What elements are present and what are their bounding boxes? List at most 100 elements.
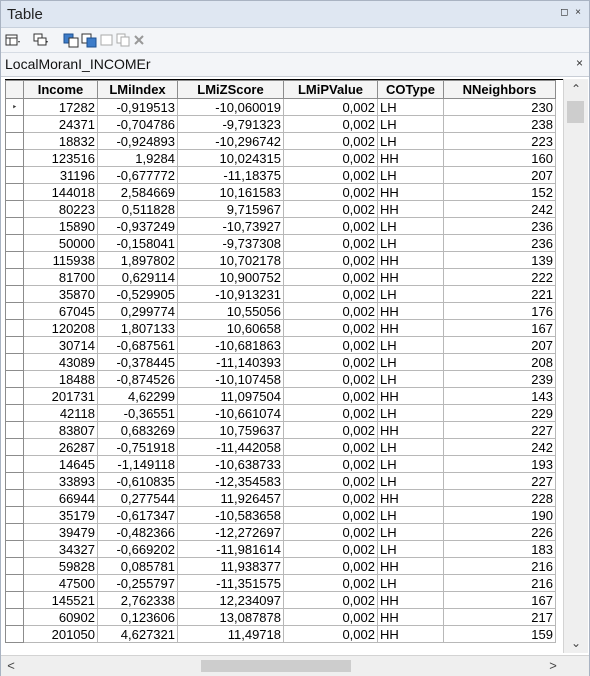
table-row[interactable]: 50000 -0,158041 -9,737308 0,002 LH 236 [5, 234, 556, 252]
income-cell[interactable]: 81700 [23, 268, 98, 286]
table-row[interactable]: 15890 -0,937249 -10,73927 0,002 LH 236 [5, 217, 556, 235]
column-header-lmizscore[interactable]: LMiZScore [177, 80, 284, 99]
horizontal-scroll-thumb[interactable] [201, 660, 351, 672]
table-row[interactable]: 66944 0,277544 11,926457 0,002 HH 228 [5, 489, 556, 507]
lmipvalue-cell[interactable]: 0,002 [283, 353, 378, 371]
income-cell[interactable]: 14645 [23, 455, 98, 473]
nneighbors-cell[interactable]: 223 [443, 132, 556, 150]
nneighbors-cell[interactable]: 208 [443, 353, 556, 371]
lmipvalue-cell[interactable]: 0,002 [283, 115, 378, 133]
lmipvalue-cell[interactable]: 0,002 [283, 166, 378, 184]
row-selector[interactable] [5, 455, 24, 473]
lmiindex-cell[interactable]: 0,085781 [97, 557, 178, 575]
lmizscore-cell[interactable]: -11,140393 [177, 353, 284, 371]
lmiindex-cell[interactable]: 0,683269 [97, 421, 178, 439]
lmiindex-cell[interactable]: -0,924893 [97, 132, 178, 150]
row-selector[interactable] [5, 166, 24, 184]
nneighbors-cell[interactable]: 217 [443, 608, 556, 626]
income-cell[interactable]: 201050 [23, 625, 98, 643]
column-header-cotype[interactable]: COType [377, 80, 444, 99]
lmiindex-cell[interactable]: -0,704786 [97, 115, 178, 133]
lmiindex-cell[interactable]: -0,378445 [97, 353, 178, 371]
table-row[interactable]: 26287 -0,751918 -11,442058 0,002 LH 242 [5, 438, 556, 456]
income-cell[interactable]: 59828 [23, 557, 98, 575]
vertical-scrollbar[interactable]: ⌃ ⌄ [563, 79, 588, 653]
row-selector[interactable] [5, 438, 24, 456]
cotype-cell[interactable]: LH [377, 217, 444, 235]
nneighbors-cell[interactable]: 190 [443, 506, 556, 524]
lmipvalue-cell[interactable]: 0,002 [283, 251, 378, 269]
income-cell[interactable]: 145521 [23, 591, 98, 609]
cotype-cell[interactable]: HH [377, 200, 444, 218]
table-row[interactable]: ‣ 17282 -0,919513 -10,060019 0,002 LH 230 [5, 98, 556, 116]
income-cell[interactable]: 34327 [23, 540, 98, 558]
row-selector[interactable] [5, 285, 24, 303]
lmiindex-cell[interactable]: 2,762338 [97, 591, 178, 609]
lmipvalue-cell[interactable]: 0,002 [283, 574, 378, 592]
row-selector[interactable] [5, 387, 24, 405]
row-selector[interactable] [5, 421, 24, 439]
lmipvalue-cell[interactable]: 0,002 [283, 132, 378, 150]
cotype-cell[interactable]: HH [377, 489, 444, 507]
lmizscore-cell[interactable]: -9,737308 [177, 234, 284, 252]
cotype-cell[interactable]: LH [377, 115, 444, 133]
window-controls[interactable]: ◻ × [560, 7, 583, 18]
cotype-cell[interactable]: LH [377, 285, 444, 303]
nneighbors-cell[interactable]: 230 [443, 98, 556, 116]
nneighbors-cell[interactable]: 221 [443, 285, 556, 303]
lmiindex-cell[interactable]: 0,123606 [97, 608, 178, 626]
nneighbors-cell[interactable]: 239 [443, 370, 556, 388]
row-selector[interactable] [5, 183, 24, 201]
lmiindex-cell[interactable]: 0,629114 [97, 268, 178, 286]
nneighbors-cell[interactable]: 167 [443, 591, 556, 609]
row-selector[interactable] [5, 217, 24, 235]
row-selector[interactable] [5, 353, 24, 371]
lmiindex-cell[interactable]: -0,919513 [97, 98, 178, 116]
lmipvalue-cell[interactable]: 0,002 [283, 625, 378, 643]
nneighbors-cell[interactable]: 236 [443, 217, 556, 235]
cotype-cell[interactable]: LH [377, 438, 444, 456]
copy-selected-icon[interactable] [115, 32, 131, 48]
income-cell[interactable]: 43089 [23, 353, 98, 371]
lmizscore-cell[interactable]: 11,938377 [177, 557, 284, 575]
lmiindex-cell[interactable]: 1,9284 [97, 149, 178, 167]
lmizscore-cell[interactable]: -11,351575 [177, 574, 284, 592]
nneighbors-cell[interactable]: 216 [443, 574, 556, 592]
row-selector[interactable] [5, 523, 24, 541]
row-selector[interactable] [5, 132, 24, 150]
lmiindex-cell[interactable]: -0,874526 [97, 370, 178, 388]
lmipvalue-cell[interactable]: 0,002 [283, 149, 378, 167]
nneighbors-cell[interactable]: 227 [443, 421, 556, 439]
lmizscore-cell[interactable]: 10,024315 [177, 149, 284, 167]
nneighbors-cell[interactable]: 152 [443, 183, 556, 201]
income-cell[interactable]: 50000 [23, 234, 98, 252]
nneighbors-cell[interactable]: 238 [443, 115, 556, 133]
cotype-cell[interactable]: LH [377, 353, 444, 371]
lmiindex-cell[interactable]: -0,937249 [97, 217, 178, 235]
scroll-up-icon[interactable]: ⌃ [564, 79, 588, 99]
lmipvalue-cell[interactable]: 0,002 [283, 472, 378, 490]
table-row[interactable]: 120208 1,807133 10,60658 0,002 HH 167 [5, 319, 556, 337]
lmiindex-cell[interactable]: 0,299774 [97, 302, 178, 320]
lmiindex-cell[interactable]: -0,482366 [97, 523, 178, 541]
lmipvalue-cell[interactable]: 0,002 [283, 506, 378, 524]
table-row[interactable]: 35870 -0,529905 -10,913231 0,002 LH 221 [5, 285, 556, 303]
lmiindex-cell[interactable]: -0,751918 [97, 438, 178, 456]
lmiindex-cell[interactable]: 0,277544 [97, 489, 178, 507]
row-selector[interactable] [5, 540, 24, 558]
cotype-cell[interactable]: HH [377, 557, 444, 575]
income-cell[interactable]: 123516 [23, 149, 98, 167]
table-row[interactable]: 35179 -0,617347 -10,583658 0,002 LH 190 [5, 506, 556, 524]
table-row[interactable]: 31196 -0,677772 -11,18375 0,002 LH 207 [5, 166, 556, 184]
cotype-cell[interactable]: LH [377, 336, 444, 354]
lmipvalue-cell[interactable]: 0,002 [283, 489, 378, 507]
lmizscore-cell[interactable]: -11,442058 [177, 438, 284, 456]
lmizscore-cell[interactable]: -10,661074 [177, 404, 284, 422]
row-selector[interactable] [5, 370, 24, 388]
clear-selection-icon[interactable] [99, 32, 115, 48]
lmipvalue-cell[interactable]: 0,002 [283, 200, 378, 218]
nneighbors-cell[interactable]: 226 [443, 523, 556, 541]
lmizscore-cell[interactable]: 11,49718 [177, 625, 284, 643]
lmipvalue-cell[interactable]: 0,002 [283, 455, 378, 473]
nneighbors-cell[interactable]: 176 [443, 302, 556, 320]
